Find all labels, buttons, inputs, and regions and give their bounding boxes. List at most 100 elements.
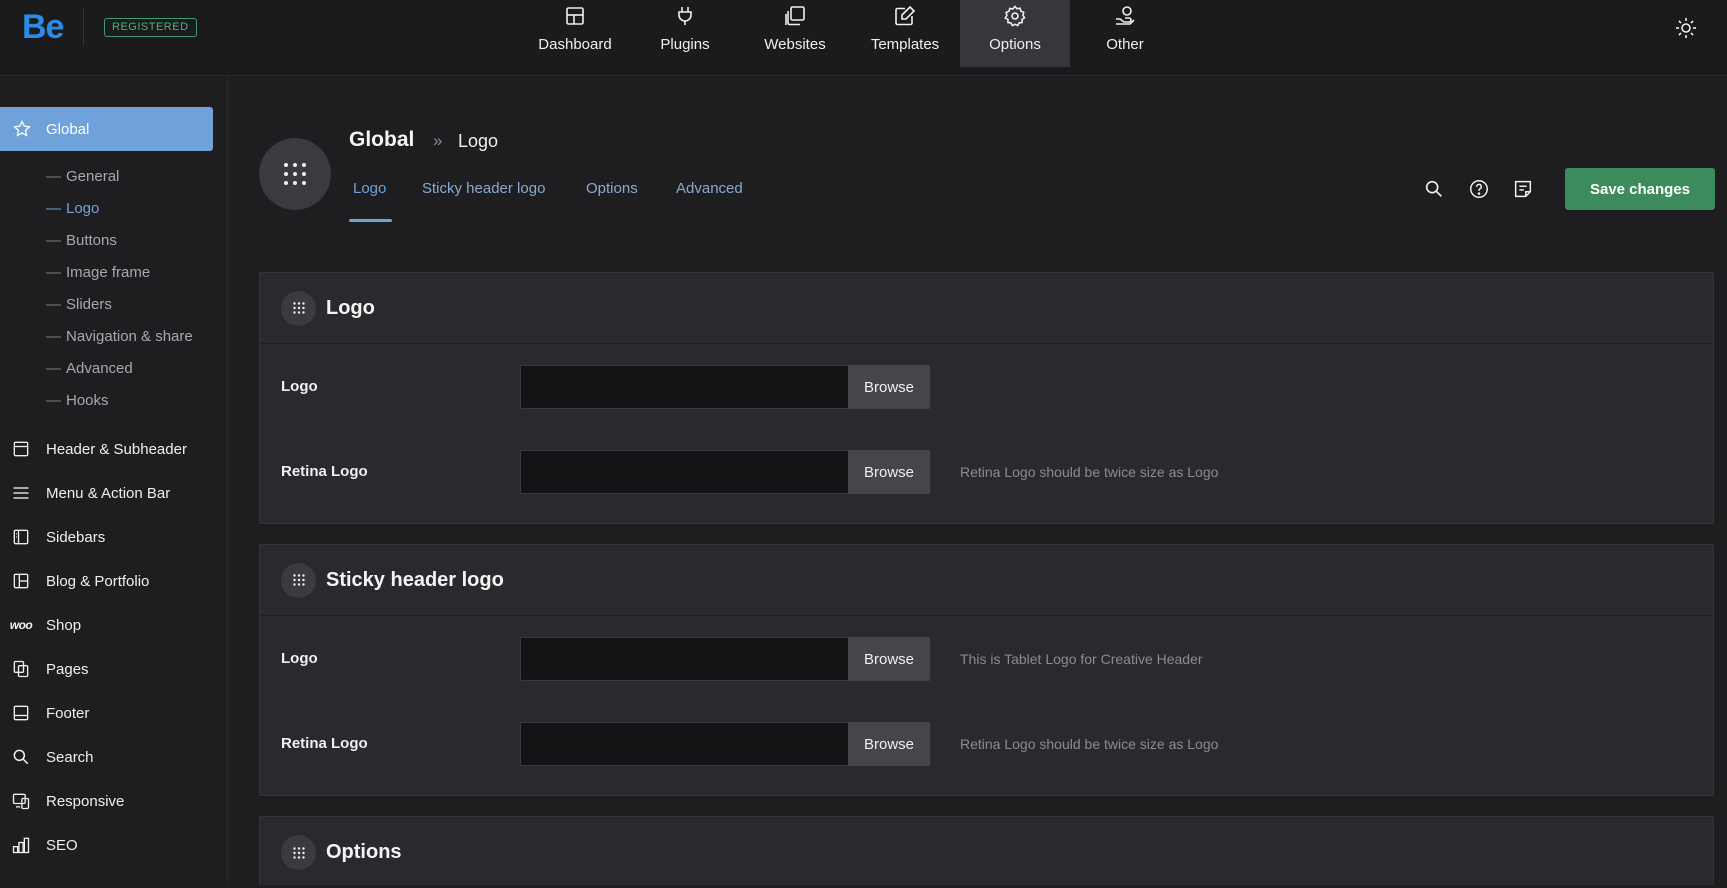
tab-logo[interactable]: Logo [353,180,386,197]
sidebar-sub-label: Logo [66,200,100,217]
nav-templates[interactable]: Templates [850,0,960,67]
sun-icon[interactable] [1674,16,1698,40]
star-icon [13,119,31,137]
breadcrumb: Logo [458,131,499,151]
dash: — [46,232,61,249]
seo-icon [12,837,30,854]
dash: — [46,328,61,345]
sidebar-sub-sliders[interactable]: — Sliders [46,296,112,313]
page-title: Global [349,128,415,151]
nav-other[interactable]: Other [1070,0,1180,67]
search-icon [13,749,29,765]
sidebar-sub-label: Navigation & share [66,328,193,345]
dash: — [46,392,61,409]
sidebar-item-label: SEO [46,836,78,854]
sidebar-item-label: Menu & Action Bar [46,484,171,502]
browse-button[interactable]: Browse [848,637,930,681]
sidebar-sub-general[interactable]: — General [46,168,119,185]
field-hint: Retina Logo should be twice size as Logo [960,736,1219,752]
nav-label: Dashboard [538,36,612,53]
sidebar-item-search[interactable]: Search [0,742,228,772]
sidebar-item-shop[interactable]: woo Shop [0,610,228,640]
sidebar-sub-label: Advanced [66,360,133,377]
nav-plugins[interactable]: Plugins [630,0,740,67]
top-bar: Be REGISTERED Dashboard Plugins Websites… [0,0,1727,76]
sidebar-item-label: Shop [46,616,82,634]
sticky-retina-logo-url-input[interactable] [520,722,850,766]
sidebar-sub-label: Buttons [66,232,117,249]
card-header: Logo [260,273,1713,344]
card-title: Sticky header logo [326,568,504,591]
field-row: Logo Browse This is Tablet Logo for Crea… [260,637,1713,681]
nav-options[interactable]: Options [960,0,1070,67]
breadcrumb-separator: » [433,131,443,150]
field-hint: Retina Logo should be twice size as Logo [960,464,1219,480]
sidebar-item-menu[interactable]: Menu & Action Bar [0,478,228,508]
nav-websites[interactable]: Websites [740,0,850,67]
sidebar-item-blog[interactable]: Blog & Portfolio [0,566,228,596]
sticky-logo-url-input[interactable] [520,637,850,681]
sidebar-item-header[interactable]: Header & Subheader [0,434,228,464]
sidebar-sub-hooks[interactable]: — Hooks [46,392,109,409]
responsive-icon [12,793,30,810]
save-changes-button[interactable]: Save changes [1565,168,1715,210]
sidebar-item-label: Sidebars [46,528,106,546]
sidebar-item-seo[interactable]: SEO [0,830,228,860]
search-icon[interactable] [1423,178,1445,200]
dash: — [46,200,61,217]
tab-options[interactable]: Options [586,180,638,197]
sidebar-item-footer[interactable]: Footer [0,698,228,728]
sidebar-sub-image-frame[interactable]: — Image frame [46,264,150,281]
grid-dots-icon [292,846,305,859]
tab-advanced[interactable]: Advanced [676,180,743,197]
registered-badge: REGISTERED [104,18,197,37]
drag-handle[interactable] [281,835,316,870]
sidebar-sub-label: Sliders [66,296,112,313]
drag-handle[interactable] [281,562,316,598]
sidebar-item-global[interactable]: Global [0,107,213,151]
sidebar-item-label: Global [46,120,90,138]
dash: — [46,168,61,185]
nav-dashboard[interactable]: Dashboard [520,0,630,67]
logo-url-input[interactable] [520,365,850,409]
woo-icon: woo [9,618,33,632]
sidebar-sub-advanced[interactable]: — Advanced [46,360,133,377]
menu-icon [13,487,29,499]
sidebar-item-label: Header & Subheader [46,440,187,458]
grid-dots-icon [292,574,305,586]
field-row: Retina Logo Browse Retina Logo should be… [260,450,1713,494]
field-label: Retina Logo [281,735,368,752]
pages-icon [13,660,29,678]
blog-icon [13,573,29,589]
sidebar-item-label: Pages [46,660,89,678]
browse-button[interactable]: Browse [848,450,930,494]
grid-dots-icon [284,163,306,185]
help-icon[interactable] [1468,178,1490,200]
sidebar-item-pages[interactable]: Pages [0,654,228,684]
sidebar-sub-navigation-share[interactable]: — Navigation & share [46,328,193,345]
sidebar-sub-logo[interactable]: — Logo [46,200,99,217]
sidebar-item-sidebars[interactable]: Sidebars [0,522,228,552]
field-row: Retina Logo Browse Retina Logo should be… [260,722,1713,766]
drag-handle[interactable] [281,290,316,326]
sidebar-item-label: Footer [46,704,90,722]
card-title: Logo [326,296,375,319]
browse-button[interactable]: Browse [848,365,930,409]
tab-sticky-header-logo[interactable]: Sticky header logo [422,180,545,197]
main-nav: Dashboard Plugins Websites Templates Opt… [520,0,1180,67]
sidebar-sub-buttons[interactable]: — Buttons [46,232,117,249]
nav-label: Other [1106,36,1144,53]
gear-icon [1004,5,1026,27]
sidebar-sub-label: Hooks [66,392,109,409]
browse-button[interactable]: Browse [848,722,930,766]
field-label: Retina Logo [281,463,368,480]
grid-dots-icon [292,302,305,314]
templates-icon [895,5,916,26]
retina-logo-url-input[interactable] [520,450,850,494]
sidebar: Global — General — Logo — Buttons — Image fr… [0,77,228,885]
sidebar-sub-label: Image frame [66,264,151,281]
brand-logo[interactable]: Be [22,8,64,47]
sidebar-item-responsive[interactable]: Responsive [0,786,228,816]
notes-icon[interactable] [1512,178,1534,200]
dash: — [46,264,61,281]
